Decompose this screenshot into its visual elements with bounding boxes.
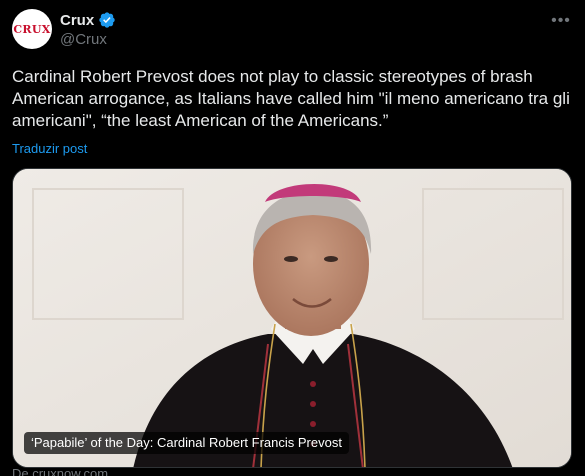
- image-caption: ‘Papabile’ of the Day: Cardinal Robert F…: [24, 432, 349, 454]
- tweet-text: Cardinal Robert Prevost does not play to…: [12, 67, 570, 130]
- tweet-image[interactable]: [12, 168, 572, 468]
- avatar[interactable]: CRUX: [12, 9, 52, 49]
- user-handle[interactable]: @Crux: [60, 31, 107, 48]
- verified-badge-icon: [99, 12, 115, 28]
- translate-post-link[interactable]: Traduzir post: [12, 141, 87, 156]
- card-source-domain[interactable]: De cruxnow.com: [12, 466, 108, 476]
- display-name[interactable]: Crux: [60, 12, 94, 29]
- crux-logo: CRUX: [13, 22, 51, 36]
- author-name-row: Crux: [60, 11, 116, 29]
- more-options-icon[interactable]: •••: [549, 9, 573, 33]
- cardinal-portrait-image: [13, 169, 571, 467]
